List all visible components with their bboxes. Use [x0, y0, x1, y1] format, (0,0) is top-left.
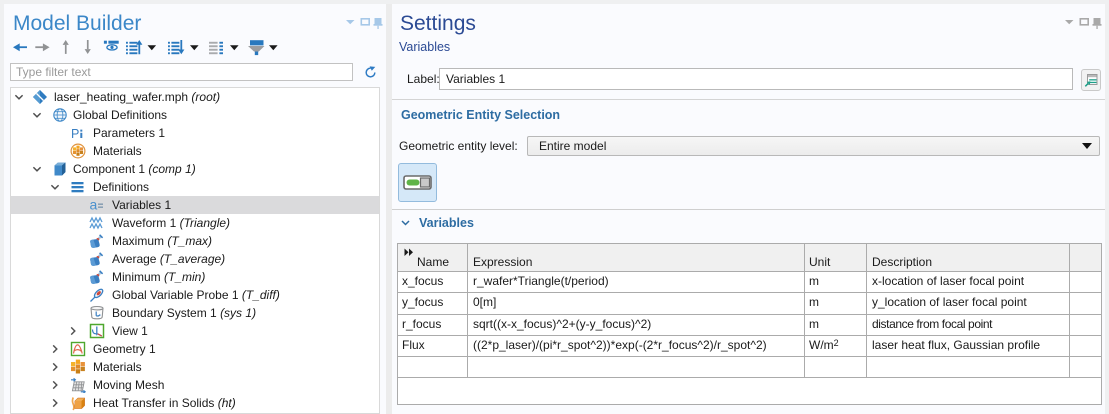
svg-text:a: a — [90, 197, 98, 213]
svg-text:P: P — [71, 127, 79, 141]
